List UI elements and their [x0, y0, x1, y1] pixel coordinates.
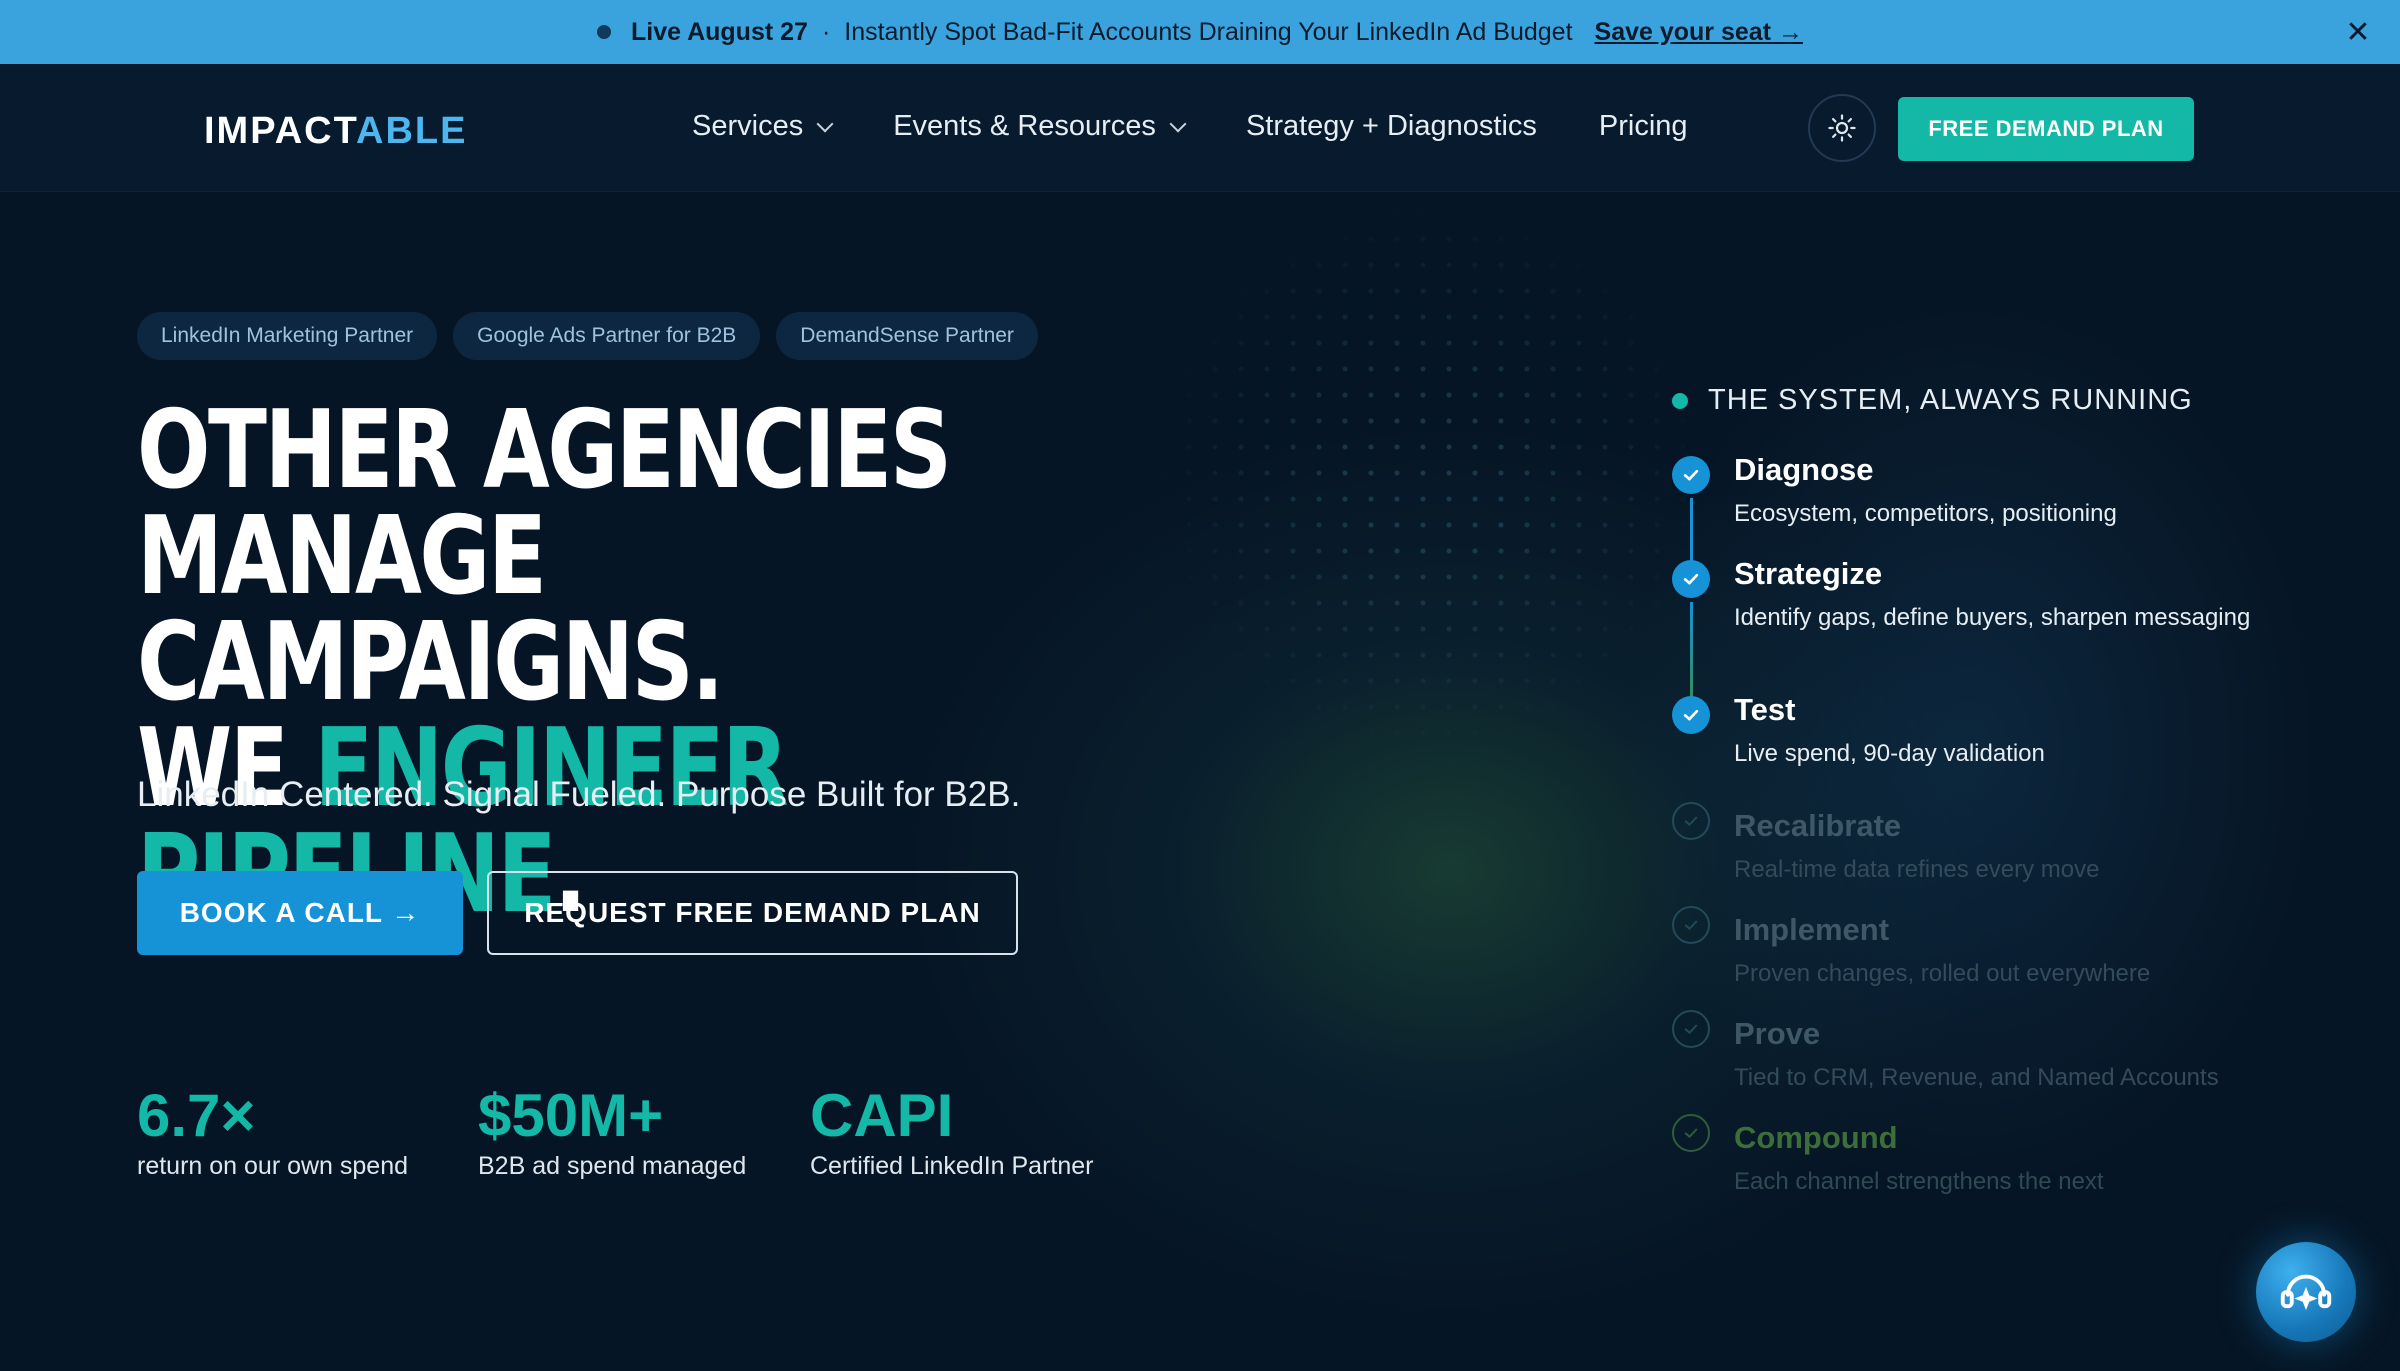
- nav-item-label: Strategy + Diagnostics: [1245, 110, 1537, 142]
- step-name: Compound: [1734, 1120, 1898, 1155]
- stat-ad-spend: $50M+ B2B ad spend managed: [478, 1082, 746, 1181]
- status-dot-icon: [1672, 392, 1688, 409]
- close-icon[interactable]: ✕: [2340, 14, 2376, 50]
- main-nav: IMPACTABLE Services Events & Resources S…: [0, 64, 2400, 192]
- stat-label: B2B ad spend managed: [478, 1152, 747, 1180]
- sun-icon: [1828, 114, 1856, 142]
- stat-return: 6.7× return on our own spend: [137, 1082, 408, 1181]
- badge-google-ads-partner: Google Ads Partner for B2B: [453, 312, 761, 360]
- free-demand-plan-button[interactable]: FREE DEMAND PLAN: [1898, 97, 2194, 161]
- stat-value: $50M+: [478, 1082, 664, 1149]
- request-demand-plan-button[interactable]: REQUEST FREE DEMAND PLAN: [487, 871, 1018, 955]
- announcement-bar: Live August 27 · Instantly Spot Bad-Fit …: [0, 0, 2400, 64]
- step-desc: Identify gaps, define buyers, sharpen me…: [1734, 604, 2251, 631]
- step-desc: Real-time data refines every move: [1734, 856, 2100, 883]
- timeline-rail: [1690, 602, 1693, 702]
- hero-headline: OTHER AGENCIES MANAGE CAMPAIGNS. WE ENGI…: [137, 397, 1017, 929]
- stat-value: 6.7×: [137, 1082, 256, 1149]
- timeline-rail: [1690, 498, 1693, 568]
- logo-part-1: IMPACT: [204, 110, 357, 152]
- logo[interactable]: IMPACTABLE: [204, 110, 467, 153]
- step-desc: Tied to CRM, Revenue, and Named Accounts: [1734, 1064, 2219, 1091]
- nav-item-strategy-diagnostics[interactable]: Strategy + Diagnostics: [1246, 110, 1537, 143]
- check-icon: [1672, 456, 1710, 494]
- step-name: Recalibrate: [1734, 808, 1902, 843]
- chevron-down-icon: [816, 115, 834, 132]
- check-icon: [1672, 1010, 1710, 1048]
- headline-line-1: OTHER AGENCIES MANAGE: [137, 388, 952, 619]
- partner-badges: LinkedIn Marketing Partner Google Ads Pa…: [137, 312, 1038, 360]
- logo-part-2: ABLE: [356, 110, 468, 152]
- nav-item-events-resources[interactable]: Events & Resources: [893, 110, 1187, 143]
- badge-demandsense-partner: DemandSense Partner: [776, 312, 1038, 360]
- nav-item-pricing[interactable]: Pricing: [1599, 110, 1688, 143]
- check-icon: [1672, 906, 1710, 944]
- announcement-separator: ·: [821, 17, 831, 46]
- step-name: Prove: [1734, 1016, 1821, 1051]
- nav-item-services[interactable]: Services: [692, 110, 834, 143]
- check-icon: [1672, 560, 1710, 598]
- live-dot-icon: [597, 25, 612, 39]
- system-title: THE SYSTEM, ALWAYS RUNNING: [1672, 384, 2193, 417]
- step-name: Test: [1734, 692, 1796, 727]
- step-desc: Proven changes, rolled out everywhere: [1734, 960, 2151, 987]
- stat-value: CAPI: [810, 1082, 954, 1149]
- step-desc: Each channel strengthens the next: [1734, 1168, 2104, 1195]
- announcement-highlight: Live August 27: [631, 17, 808, 46]
- stat-label: return on our own spend: [137, 1152, 409, 1180]
- step-desc: Ecosystem, competitors, positioning: [1734, 500, 2117, 527]
- nav-item-label: Pricing: [1598, 110, 1688, 142]
- theme-toggle-button[interactable]: [1808, 94, 1876, 162]
- book-call-button[interactable]: BOOK A CALL →: [137, 871, 463, 955]
- chevron-down-icon: [1169, 115, 1187, 132]
- announcement-text: Instantly Spot Bad-Fit Accounts Draining…: [844, 17, 1573, 46]
- step-name: Diagnose: [1734, 452, 1874, 487]
- step-desc: Live spend, 90-day validation: [1734, 740, 2045, 767]
- nav-item-label: Services: [692, 110, 804, 142]
- badge-linkedin-partner: LinkedIn Marketing Partner: [137, 312, 438, 360]
- chat-widget-button[interactable]: [2256, 1242, 2356, 1342]
- save-seat-link[interactable]: Save your seat →: [1595, 18, 1803, 47]
- system-title-text: THE SYSTEM, ALWAYS RUNNING: [1708, 384, 2193, 416]
- nav-links: Services Events & Resources Strategy + D…: [692, 110, 1688, 143]
- check-icon: [1672, 1114, 1710, 1152]
- stat-label: Certified LinkedIn Partner: [810, 1152, 1094, 1180]
- step-name: Strategize: [1734, 556, 1883, 591]
- check-icon: [1672, 696, 1710, 734]
- stat-capi: CAPI Certified LinkedIn Partner: [810, 1082, 1093, 1181]
- step-name: Implement: [1734, 912, 1890, 947]
- chat-assistant-icon: [2280, 1274, 2332, 1311]
- hero-subhead: LinkedIn Centered. Signal Fueled. Purpos…: [137, 775, 1021, 814]
- nav-item-label: Events & Resources: [893, 110, 1156, 142]
- check-icon: [1672, 802, 1710, 840]
